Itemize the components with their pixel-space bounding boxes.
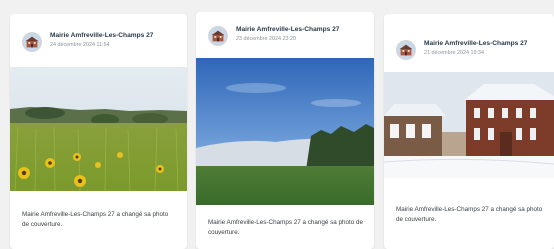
- post-caption: Mairie Amfreville-Les-Champs 27 a changé…: [396, 206, 543, 223]
- post-date[interactable]: 23 décembre 2024 23:20: [236, 36, 296, 42]
- post-author[interactable]: Mairie Amfreville-Les-Champs 27: [50, 32, 153, 39]
- post-author[interactable]: Mairie Amfreville-Les-Champs 27: [236, 26, 339, 33]
- avatar[interactable]: [396, 40, 416, 60]
- post-caption: Mairie Amfreville-Les-Champs 27 a changé…: [22, 211, 169, 228]
- avatar[interactable]: [22, 32, 42, 52]
- post-header: Mairie Amfreville-Les-Champs 27 21 décem…: [384, 14, 554, 64]
- post-date[interactable]: 21 décembre 2024 19:34: [424, 50, 484, 56]
- post-card[interactable]: Mairie Amfreville-Les-Champs 27 21 décem…: [384, 14, 554, 249]
- misty-valley-photo[interactable]: [196, 58, 374, 205]
- post-header: Mairie Amfreville-Les-Champs 27 23 décem…: [196, 12, 374, 62]
- post-header: Mairie Amfreville-Les-Champs 27 24 décem…: [10, 14, 187, 64]
- avatar[interactable]: [208, 26, 228, 46]
- sunflower-field-photo[interactable]: [10, 67, 187, 191]
- post-author[interactable]: Mairie Amfreville-Les-Champs 27: [424, 40, 527, 47]
- post-caption: Mairie Amfreville-Les-Champs 27 a changé…: [208, 219, 364, 236]
- snowy-town-hall-photo[interactable]: [384, 72, 554, 178]
- post-date[interactable]: 24 décembre 2024 11:54: [50, 42, 110, 48]
- post-card[interactable]: Mairie Amfreville-Les-Champs 27 23 décem…: [196, 12, 374, 249]
- post-card[interactable]: Mairie Amfreville-Les-Champs 27 24 décem…: [10, 14, 187, 249]
